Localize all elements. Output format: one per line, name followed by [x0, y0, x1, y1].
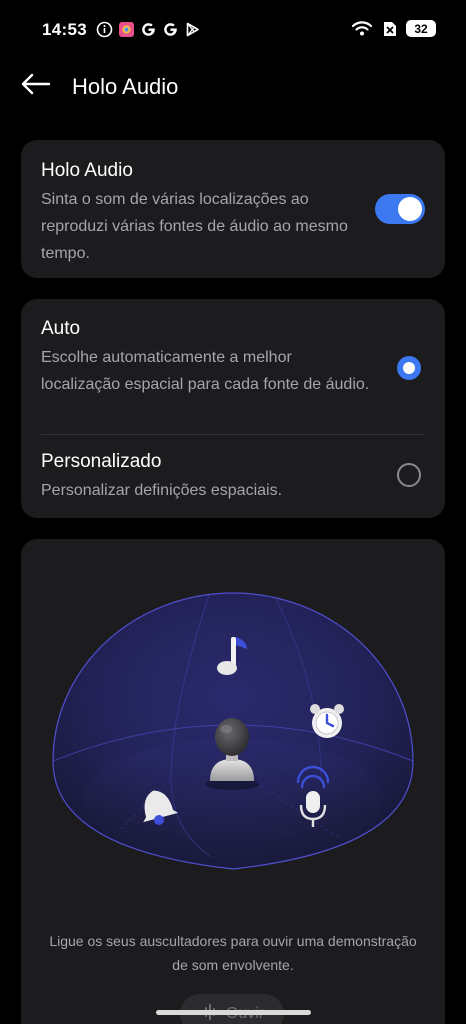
status-time: 14:53 — [42, 20, 87, 39]
back-button[interactable] — [18, 70, 54, 102]
sim-off-icon — [381, 20, 398, 37]
system-icons: 32 — [351, 20, 436, 37]
info-icon — [96, 21, 113, 38]
arrow-left-icon — [21, 73, 51, 100]
mode-auto-title: Auto — [41, 318, 81, 339]
play-store-icon — [184, 21, 201, 38]
wifi-icon — [351, 20, 373, 37]
mode-auto-radio[interactable] — [397, 356, 421, 380]
mode-custom-title: Personalizado — [41, 451, 162, 472]
home-indicator[interactable] — [156, 1010, 311, 1015]
divider — [41, 434, 425, 435]
mode-custom-description: Personalizar definições espaciais. — [41, 482, 283, 499]
spatial-demo-card: Ligue os seus auscultadores para ouvir u… — [21, 539, 445, 1024]
mode-auto-description: Escolhe automaticamente a melhor localiz… — [41, 349, 370, 393]
mode-option-auto[interactable]: Auto Escolhe automaticamente a melhor lo… — [41, 318, 371, 398]
status-bar: 14:53 32 — [0, 0, 466, 60]
holo-audio-toggle[interactable] — [375, 194, 425, 224]
listen-button[interactable]: Ouvir — [180, 994, 284, 1024]
battery-icon: 32 — [406, 20, 436, 37]
holo-audio-title: Holo Audio — [41, 160, 133, 181]
holo-audio-description: Sinta o som de várias localizações ao re… — [41, 191, 348, 262]
demo-hint-text: Ligue os seus auscultadores para ouvir u… — [49, 933, 417, 973]
google-icon — [140, 21, 157, 38]
page-title: Holo Audio — [72, 74, 179, 99]
photos-icon — [118, 21, 135, 38]
holo-audio-card: Holo Audio Sinta o som de várias localiz… — [21, 140, 445, 278]
spatial-dome-illustration — [52, 592, 414, 870]
mode-custom-radio[interactable] — [397, 463, 421, 487]
notification-icons — [96, 21, 201, 38]
mode-option-custom[interactable]: Personalizado Personalizar definições es… — [41, 451, 371, 504]
google-icon — [162, 21, 179, 38]
app-bar: Holo Audio — [0, 62, 466, 110]
holo-audio-setting: Holo Audio Sinta o som de várias localiz… — [41, 160, 361, 267]
toggle-knob — [398, 197, 422, 221]
spatial-mode-card: Auto Escolhe automaticamente a melhor lo… — [21, 299, 445, 518]
